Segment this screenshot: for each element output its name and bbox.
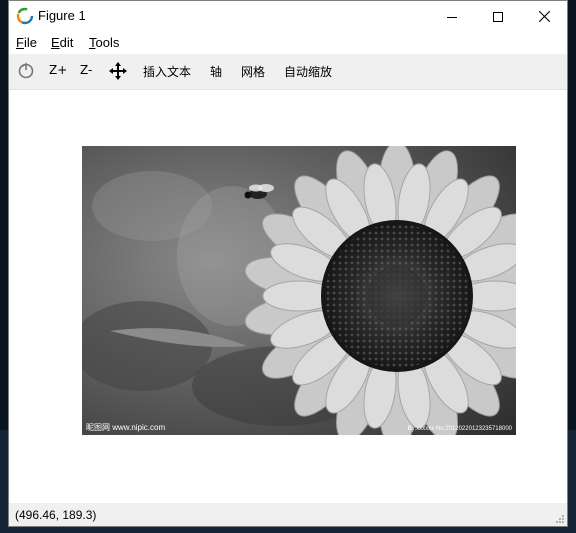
zoom-out-button[interactable]: Z- [80, 63, 92, 77]
menu-tools[interactable]: Tools [89, 35, 119, 50]
autoscale-button[interactable]: 自动缩放 [284, 63, 332, 80]
window-title: Figure 1 [38, 8, 86, 23]
sunflower-photo[interactable]: 昵图网 www.nipic.com By:xxxxxx No.201202201… [82, 146, 516, 435]
grid-button[interactable]: 网格 [241, 63, 265, 80]
home-icon [18, 62, 34, 79]
menu-bar: File Edit Tools [9, 32, 567, 54]
status-bar: (496.46, 189.3) [9, 504, 567, 526]
axis-button[interactable]: 轴 [210, 63, 222, 80]
menu-edit-label: dit [59, 35, 74, 50]
toolbar: Z+ Z- 插入文本 轴 网格 自动缩放 [9, 54, 567, 90]
title-bar[interactable]: Figure 1 [9, 1, 567, 32]
close-button[interactable] [521, 1, 567, 32]
zoom-in-button[interactable]: Z+ [49, 63, 67, 77]
menu-edit-mnemonic: E [51, 35, 60, 50]
figure-canvas[interactable]: 昵图网 www.nipic.com By:xxxxxx No.201202201… [9, 90, 567, 503]
home-button[interactable] [17, 62, 35, 83]
menu-file-label: ile [23, 35, 37, 50]
minimize-button[interactable] [429, 1, 475, 32]
insert-text-button[interactable]: 插入文本 [143, 63, 191, 80]
maximize-icon [493, 11, 503, 22]
menu-tools-label: ools [95, 35, 120, 50]
cursor-coordinates: (496.46, 189.3) [15, 508, 97, 522]
menu-edit[interactable]: Edit [51, 35, 73, 50]
close-icon [538, 11, 550, 22]
pan-button[interactable] [109, 62, 127, 83]
watermark-left: 昵图网 www.nipic.com [86, 423, 165, 432]
resize-grip-icon[interactable] [555, 514, 565, 524]
minimize-icon [447, 16, 457, 18]
figure-window: Figure 1 File Edit Tools Z+ Z- 插入文本 轴 网格… [8, 0, 568, 527]
menu-file[interactable]: File [16, 35, 37, 50]
app-logo-icon [16, 7, 34, 25]
watermark-right: By:xxxxxx No.20120220123235718000 [408, 426, 513, 432]
menu-file-mnemonic: F [16, 35, 24, 50]
maximize-button[interactable] [475, 1, 521, 32]
move-arrows-icon [109, 62, 127, 80]
